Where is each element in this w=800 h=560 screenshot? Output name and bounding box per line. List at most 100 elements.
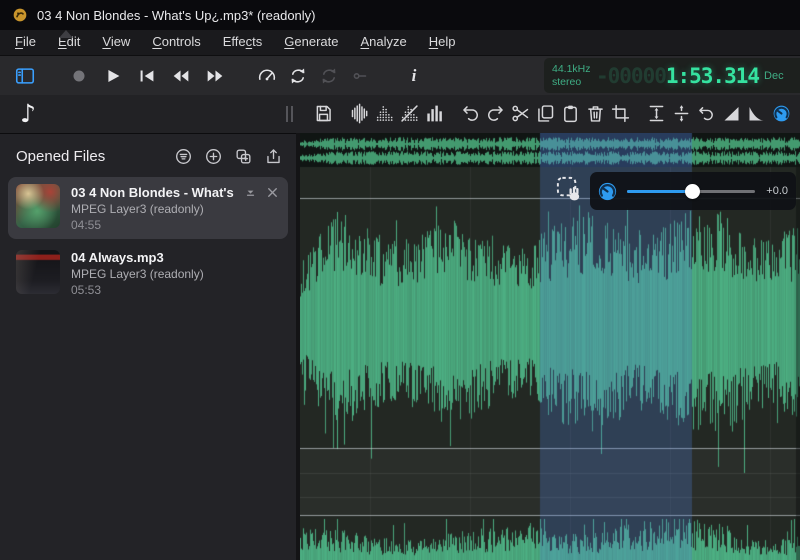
spectrogram-view-button[interactable] (373, 99, 396, 128)
fast-forward-icon (204, 65, 226, 87)
menu-effects[interactable]: Effects (212, 30, 274, 55)
window-title: 03 4 Non Blondes - What's Up¿.mp3* (read… (37, 8, 316, 23)
album-art (16, 250, 60, 294)
sample-rate: 44.1kHzstereo (552, 63, 592, 88)
menu-controls[interactable]: Controls (141, 30, 211, 55)
duplicate-plus-icon (234, 147, 253, 166)
save-button[interactable] (312, 99, 335, 128)
save-icon (313, 103, 334, 124)
menu-analyze[interactable]: Analyze (349, 30, 417, 55)
menu-file[interactable]: File (4, 30, 47, 55)
skip-to-start-button[interactable] (134, 63, 160, 89)
revert-icon (696, 103, 717, 124)
file-info-button[interactable]: i (401, 63, 427, 89)
fade-in-button[interactable] (720, 99, 743, 128)
file-meta: 03 4 Non Blondes - What's Up¿.... MPEG La… (71, 184, 280, 232)
gain-slider-fill (627, 190, 692, 194)
filter-files-button[interactable] (172, 145, 194, 167)
export-file-button[interactable] (262, 145, 284, 167)
gain-value: +0.0 (763, 185, 788, 197)
file-duration: 05:53 (71, 283, 280, 297)
fast-forward-button[interactable] (202, 63, 228, 89)
gain-slider[interactable] (627, 183, 755, 199)
dock-down-icon (243, 185, 258, 200)
fade-out-button[interactable] (745, 99, 768, 128)
waveform-view-button[interactable] (348, 99, 371, 128)
gain-popup: +0.0 (590, 172, 796, 210)
cut-button[interactable] (509, 99, 532, 128)
gain-slider-thumb[interactable] (685, 184, 700, 199)
redo-button (484, 99, 507, 128)
record-icon (68, 65, 90, 87)
file-format: MPEG Layer3 (readonly) (71, 202, 280, 216)
redo-icon (485, 103, 506, 124)
repeat-selection-button (316, 63, 342, 89)
play-button[interactable] (100, 63, 126, 89)
undo-icon (460, 103, 481, 124)
toggle-sidebar-button[interactable] (12, 63, 38, 89)
level-bars-icon (424, 103, 445, 124)
info-icon: i (412, 66, 417, 86)
fade-in-icon (721, 103, 742, 124)
spectral-toggle-button[interactable] (398, 99, 421, 128)
fit-vertical-button[interactable] (645, 99, 668, 128)
time-value: 1:53.314 (666, 64, 759, 88)
edit-toolbar: ♪ (0, 95, 800, 134)
gauge-icon (256, 65, 278, 87)
gain-knob-button[interactable] (770, 99, 793, 128)
add-file-button[interactable] (202, 145, 224, 167)
marker-icon (349, 65, 371, 87)
app-window: 03 4 Non Blondes - What's Up¿.mp3* (read… (0, 0, 800, 560)
paste-button (559, 99, 582, 128)
expand-vertical-icon (671, 103, 692, 124)
drag-selection-icon (554, 174, 585, 205)
duplicate-file-button[interactable] (232, 145, 254, 167)
close-icon (265, 185, 280, 200)
file-title: 04 Always.mp3 (71, 250, 280, 265)
zoom-vertical-button[interactable] (670, 99, 693, 128)
time-unit: Dec (764, 70, 784, 82)
waveform-icon (349, 103, 370, 124)
menu-generate[interactable]: Generate (273, 30, 349, 55)
file-list: 03 4 Non Blondes - What's Up¿.... MPEG La… (0, 177, 296, 304)
sidebar-toggle-icon (14, 65, 36, 87)
trim-button[interactable] (609, 99, 632, 128)
copy-button[interactable] (534, 99, 557, 128)
titlebar: 03 4 Non Blondes - What's Up¿.mp3* (read… (0, 0, 800, 30)
record-button[interactable] (66, 63, 92, 89)
time-display[interactable]: 44.1kHzstereo-000001:53.314Dec (544, 58, 800, 93)
gain-knob-icon[interactable] (596, 180, 619, 203)
file-item[interactable]: 03 4 Non Blondes - What's Up¿.... MPEG La… (8, 177, 288, 239)
revert-button[interactable] (695, 99, 718, 128)
export-up-icon (264, 147, 283, 166)
level-view-button[interactable] (423, 99, 446, 128)
edit-tool-buttons (312, 99, 793, 128)
sidebar-title: Opened Files (16, 148, 164, 165)
toolbar-drag-handle[interactable] (286, 106, 293, 122)
loop-playback-button[interactable] (285, 63, 311, 89)
undo-button[interactable] (459, 99, 482, 128)
menu-view[interactable]: View (91, 30, 141, 55)
close-file-button[interactable] (264, 184, 280, 200)
paste-icon (560, 103, 581, 124)
file-title: 03 4 Non Blondes - What's Up¿.... (71, 185, 236, 200)
file-format: MPEG Layer3 (readonly) (71, 267, 280, 281)
spectrogram-slash-icon (399, 103, 420, 124)
loop-icon (287, 65, 309, 87)
file-item[interactable]: 04 Always.mp3 MPEG Layer3 (readonly) 05:53 (8, 243, 288, 304)
menu-help[interactable]: Help (418, 30, 467, 55)
rewind-button[interactable] (168, 63, 194, 89)
playback-speed-button[interactable] (254, 63, 280, 89)
trash-icon (585, 103, 606, 124)
drag-selection-button[interactable] (552, 172, 586, 206)
transport-toolbar: i44.1kHzstereo-000001:53.314Dec (0, 56, 800, 95)
skip-start-icon (136, 65, 158, 87)
crop-icon (610, 103, 631, 124)
spectrogram-icon (374, 103, 395, 124)
file-tab[interactable]: ♪ (10, 97, 46, 130)
dock-file-button[interactable] (242, 184, 258, 200)
menubar: FileEditViewControlsEffectsGenerateAnaly… (0, 30, 800, 56)
delete-button[interactable] (584, 99, 607, 128)
editor-pane: +0.0 (296, 133, 800, 560)
repeat-icon (318, 65, 340, 87)
